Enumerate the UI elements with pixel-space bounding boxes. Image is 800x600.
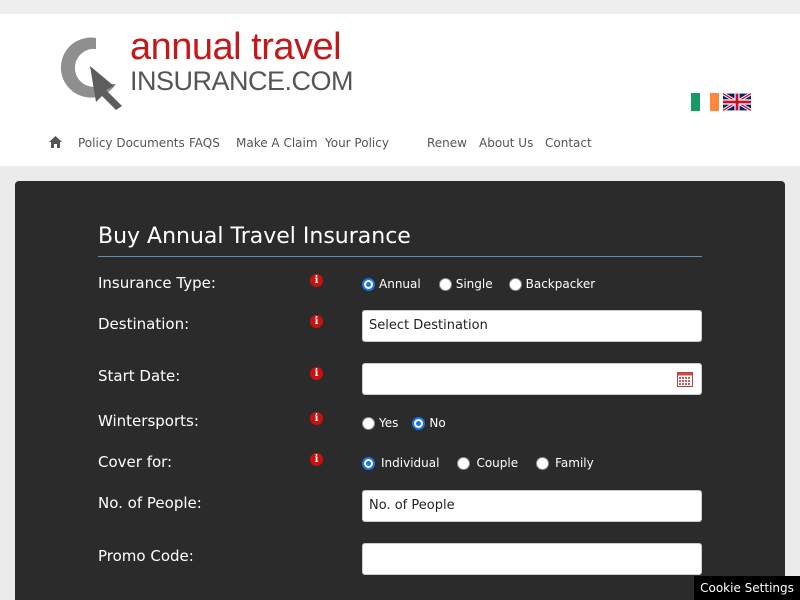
nav-contact[interactable]: Contact xyxy=(545,135,592,151)
start-date-input[interactable] xyxy=(362,363,702,395)
cover-for-label: Cover for: xyxy=(98,453,173,471)
logo-text-bottom: INSURANCE.COM xyxy=(130,66,354,96)
top-strip xyxy=(0,0,800,14)
title-divider xyxy=(98,256,702,257)
insurance-type-info-icon[interactable]: i xyxy=(310,274,323,287)
cookie-settings-button[interactable]: Cookie Settings xyxy=(694,576,800,600)
form-title: Buy Annual Travel Insurance xyxy=(98,224,411,249)
insurance-type-label: Insurance Type: xyxy=(98,274,216,292)
calendar-icon[interactable] xyxy=(677,371,693,387)
logo-arrow-icon xyxy=(60,37,122,110)
insurance-type-backpacker-radio[interactable] xyxy=(508,277,522,291)
wintersports-yes-label: Yes xyxy=(379,416,399,430)
nav-renew[interactable]: Renew xyxy=(427,135,467,151)
wintersports-yes-radio[interactable] xyxy=(362,416,375,430)
start-date-label: Start Date: xyxy=(98,367,181,385)
insurance-type-single-radio[interactable] xyxy=(438,277,452,291)
nav-make-a-claim[interactable]: Make A Claim xyxy=(236,135,318,151)
wintersports-info-icon[interactable]: i xyxy=(310,412,323,425)
start-date-info-icon[interactable]: i xyxy=(310,367,323,380)
destination-label: Destination: xyxy=(98,315,190,333)
people-select[interactable]: No. of People xyxy=(362,490,702,522)
uk-flag-icon[interactable] xyxy=(723,93,751,111)
cover-for-couple-label: Couple xyxy=(476,456,519,470)
cover-for-couple-radio[interactable] xyxy=(457,456,471,470)
promo-code-label: Promo Code: xyxy=(98,547,194,565)
nav-your-policy[interactable]: Your Policy xyxy=(325,135,389,151)
cover-for-individual-radio[interactable] xyxy=(362,456,375,470)
insurance-type-annual-label: Annual xyxy=(379,277,421,291)
insurance-type-radio-group: Annual Single Backpacker xyxy=(362,277,613,291)
main-nav: Policy Documents FAQS Make A Claim Your … xyxy=(0,135,800,153)
cover-for-radio-group: Individual Couple Family xyxy=(362,456,612,470)
cover-for-individual-label: Individual xyxy=(381,456,440,470)
site-logo[interactable]: annual travel INSURANCE.COM xyxy=(50,26,354,112)
nav-faqs[interactable]: FAQS xyxy=(189,135,220,151)
nav-about-us[interactable]: About Us xyxy=(479,135,533,151)
ireland-flag-icon[interactable] xyxy=(691,93,719,111)
destination-info-icon[interactable]: i xyxy=(310,315,323,328)
cover-for-family-radio[interactable] xyxy=(536,456,550,470)
cover-for-info-icon[interactable]: i xyxy=(310,453,323,466)
wintersports-no-radio[interactable] xyxy=(412,416,426,430)
insurance-type-single-label: Single xyxy=(455,277,493,291)
wintersports-no-label: No xyxy=(429,416,446,430)
home-icon[interactable] xyxy=(49,136,62,148)
wintersports-radio-group: Yes No xyxy=(362,416,464,430)
promo-code-input[interactable] xyxy=(362,543,702,575)
insurance-type-annual-radio[interactable] xyxy=(362,277,375,291)
destination-select[interactable]: Select Destination xyxy=(362,310,702,342)
logo-text-top: annual travel xyxy=(130,26,342,68)
people-label: No. of People: xyxy=(98,494,202,512)
nav-policy-documents[interactable]: Policy Documents xyxy=(78,135,185,151)
wintersports-label: Wintersports: xyxy=(98,412,199,430)
insurance-type-backpacker-label: Backpacker xyxy=(525,277,596,291)
cover-for-family-label: Family xyxy=(555,456,594,470)
